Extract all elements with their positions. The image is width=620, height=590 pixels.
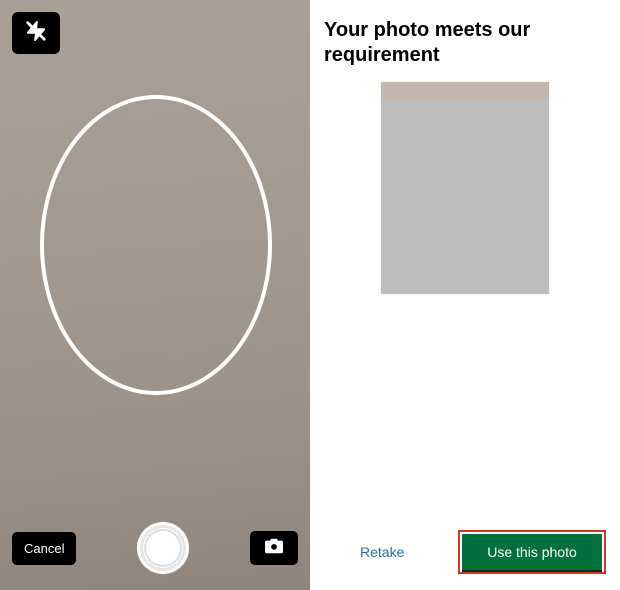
photo-preview — [381, 82, 549, 294]
shutter-button[interactable] — [137, 522, 189, 574]
use-photo-button[interactable]: Use this photo — [462, 534, 602, 570]
review-heading: Your photo meets our requirement — [324, 18, 606, 68]
cancel-button-label: Cancel — [24, 541, 64, 556]
face-guide-oval — [40, 95, 272, 395]
flash-off-icon — [25, 20, 47, 47]
use-photo-button-label: Use this photo — [487, 544, 577, 560]
review-panel: Your photo meets our requirement Retake … — [310, 0, 620, 590]
photo-preview-wrap — [324, 82, 606, 294]
review-action-bar: Retake Use this photo — [324, 530, 606, 574]
camera-icon — [263, 537, 285, 560]
camera-toolbar: Cancel — [0, 518, 310, 578]
use-photo-highlight: Use this photo — [458, 530, 606, 574]
flash-toggle-button[interactable] — [12, 12, 60, 54]
camera-panel: Cancel — [0, 0, 310, 590]
switch-camera-button[interactable] — [250, 531, 298, 565]
retake-link-label: Retake — [360, 544, 404, 560]
retake-link[interactable]: Retake — [354, 536, 410, 568]
cancel-button[interactable]: Cancel — [12, 532, 76, 565]
app-container: Cancel Your photo meets our requirement … — [0, 0, 620, 590]
